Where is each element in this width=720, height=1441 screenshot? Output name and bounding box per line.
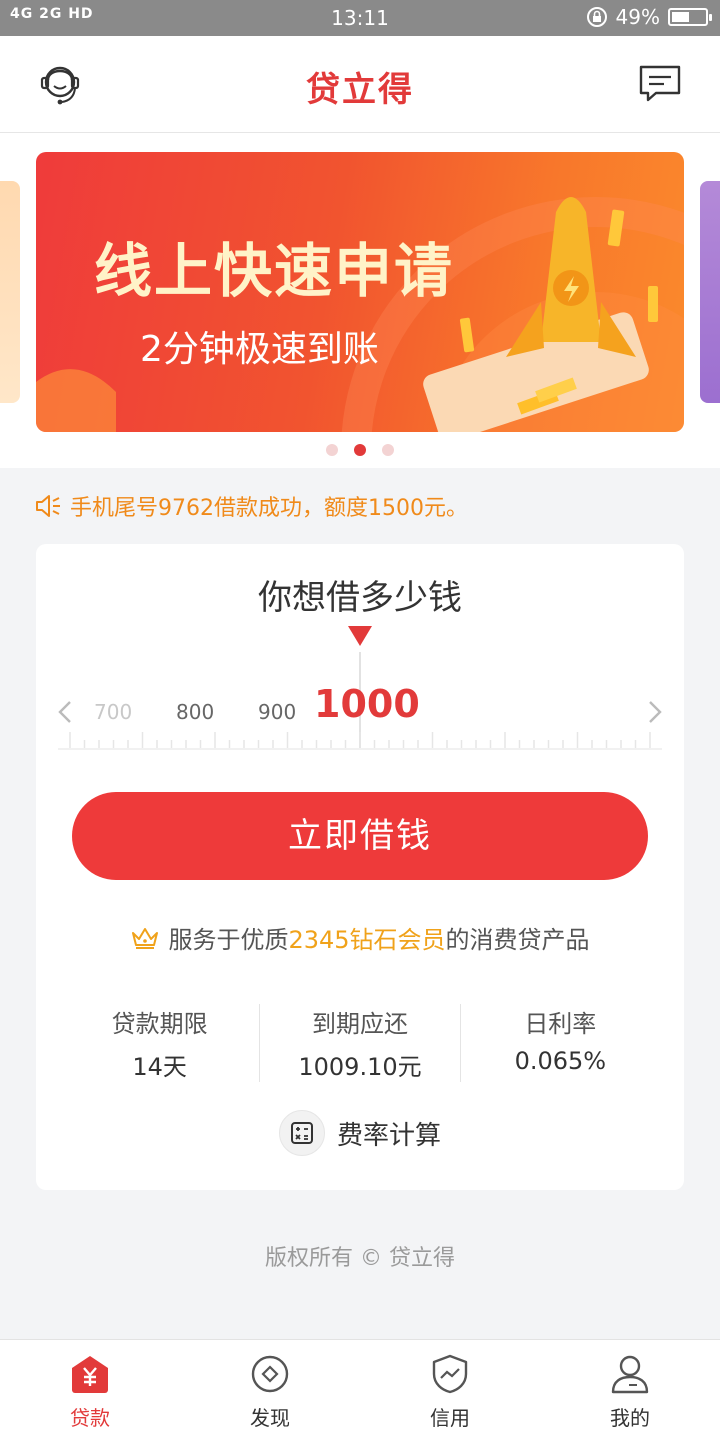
member-suffix: 的消费贷产品: [445, 926, 590, 954]
stat-value: 0.065%: [514, 1047, 607, 1075]
stat-repayment: 到期应还 1009.10元: [259, 1004, 459, 1082]
stat-value: 14天: [132, 1053, 187, 1081]
tab-mine[interactable]: 我的: [540, 1340, 720, 1441]
ruler-tick[interactable]: 900: [258, 700, 296, 724]
copyright: 版权所有 © 贷立得: [265, 1246, 455, 1271]
tab-loan[interactable]: 贷款: [0, 1340, 180, 1441]
tab-label: 贷款: [70, 1406, 110, 1430]
ruler-tick[interactable]: 700: [94, 700, 132, 724]
stat-daily-rate: 日利率 0.065%: [459, 1004, 660, 1082]
tab-label: 我的: [610, 1406, 650, 1430]
calculator-label: 费率计算: [336, 1120, 441, 1151]
stat-value: 1009.10元: [298, 1053, 422, 1081]
banner-subline: 2分钟极速到账: [140, 329, 379, 370]
bottom-tab-bar: 贷款 发现 信用 我的: [0, 1339, 720, 1441]
loan-yen-icon: [72, 1356, 108, 1393]
stat-label: 日利率: [524, 1010, 597, 1038]
ruler-scale[interactable]: [58, 728, 662, 750]
banner-pagination: [0, 444, 720, 456]
credit-shield-icon: [432, 1354, 468, 1394]
rotation-lock-icon: [586, 7, 607, 27]
ruler-tick[interactable]: 800: [176, 700, 214, 724]
borrow-now-button[interactable]: 立即借钱: [72, 792, 648, 880]
banner-prev-peek[interactable]: [0, 181, 20, 403]
member-prefix: 服务于优质: [168, 926, 289, 954]
tab-discover[interactable]: 发现: [180, 1340, 360, 1441]
ruler-baseline: [58, 748, 662, 750]
loan-notice: 手机尾号9762借款成功，额度1500元。: [34, 490, 468, 522]
banner-headline: 线上快速申请: [94, 237, 455, 305]
crown-icon: [132, 927, 159, 949]
message-icon[interactable]: [638, 64, 682, 108]
stat-term: 贷款期限 14天: [60, 1004, 259, 1082]
status-right: 49%: [586, 5, 712, 29]
app-header: 贷立得: [0, 36, 720, 133]
battery-icon: [668, 8, 712, 26]
selected-amount: 1000: [314, 682, 420, 726]
chevron-right-icon[interactable]: [634, 692, 674, 732]
pagination-dot[interactable]: [382, 444, 394, 456]
discover-icon: [251, 1355, 289, 1393]
ruler-pointer: [348, 626, 372, 646]
loan-stats: 贷款期限 14天 到期应还 1009.10元 日利率 0.065%: [60, 1004, 660, 1082]
chevron-left-icon[interactable]: [46, 692, 86, 732]
tab-credit[interactable]: 信用: [360, 1340, 540, 1441]
stat-label: 贷款期限: [111, 1010, 208, 1038]
notice-text: 手机尾号9762借款成功，额度1500元。: [70, 496, 468, 521]
status-bar: 4G 2G HD 13:11 49%: [0, 0, 720, 36]
pagination-dot[interactable]: [326, 444, 338, 456]
profile-icon: [611, 1355, 649, 1394]
loan-question: 你想借多少钱: [258, 578, 462, 618]
calculator-icon: [278, 1110, 325, 1156]
battery-percent: 49%: [615, 5, 660, 29]
loan-card: 你想借多少钱 700 800 900 1000 立即借钱 服务于优质2345钻石…: [36, 544, 684, 1190]
stat-label: 到期应还: [311, 1010, 408, 1038]
tab-label: 信用: [430, 1406, 470, 1430]
promo-banner[interactable]: 线上快速申请 2分钟极速到账: [36, 152, 684, 432]
speaker-icon: [36, 495, 60, 517]
member-info: 服务于优质2345钻石会员的消费贷产品: [36, 920, 684, 955]
tab-label: 发现: [250, 1406, 290, 1430]
member-highlight: 2345钻石会员: [288, 926, 446, 954]
app-title: 贷立得: [306, 70, 414, 110]
rate-calculator-link[interactable]: 费率计算: [36, 1110, 684, 1156]
banner-next-peek[interactable]: [700, 181, 720, 403]
pagination-dot-active[interactable]: [354, 444, 366, 456]
